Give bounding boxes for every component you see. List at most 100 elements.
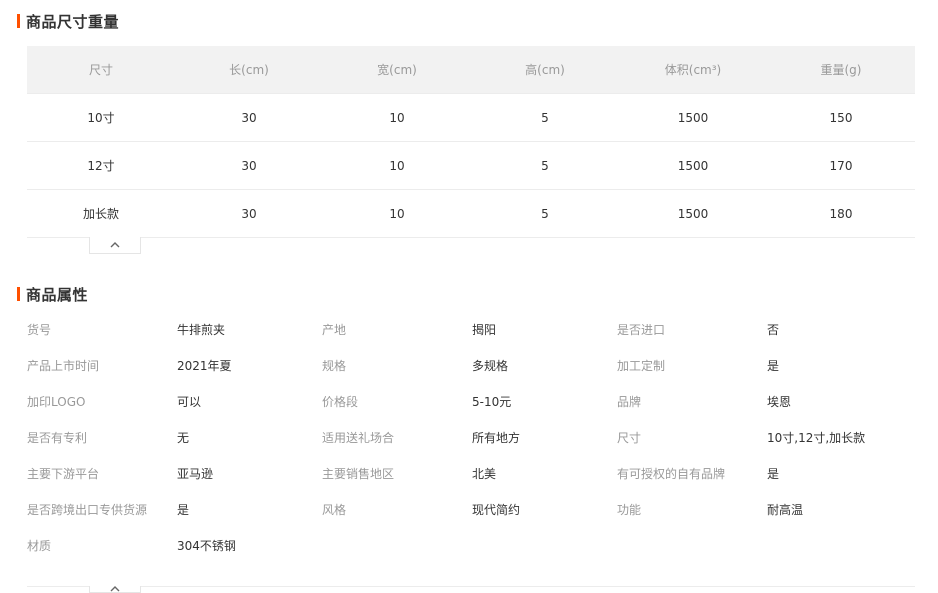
- attr-value: 可以: [177, 394, 202, 409]
- size-weight-table: 尺寸 长(cm) 宽(cm) 高(cm) 体积(cm³) 重量(g) 10寸 3…: [27, 46, 915, 238]
- attr-row: 是否跨境出口专供货源 是 风格 现代简约 功能 耐高温: [27, 491, 915, 527]
- attr-item: 规格 多规格: [322, 357, 617, 374]
- attr-key: 主要下游平台: [27, 466, 100, 481]
- attr-item: 尺寸 10寸,12寸,加长款: [617, 429, 912, 446]
- attr-item: 产品上市时间 2021年夏: [27, 357, 322, 374]
- attr-row: 货号 牛排煎夹 产地 揭阳 是否进口 否: [27, 311, 915, 347]
- size-section-title: 商品尺寸重量: [17, 12, 120, 31]
- attr-item: 风格 现代简约: [322, 501, 617, 518]
- divider: [27, 586, 915, 587]
- table-row: 加长款 30 10 5 1500 180: [27, 189, 915, 238]
- attr-value: 北美: [472, 466, 497, 481]
- attr-key: 风格: [322, 502, 347, 517]
- cell-width: 10: [323, 141, 471, 190]
- cell-width: 10: [323, 93, 471, 142]
- table-header-row: 尺寸 长(cm) 宽(cm) 高(cm) 体积(cm³) 重量(g): [27, 46, 915, 94]
- attr-value: 是: [767, 358, 780, 373]
- cell-length: 30: [175, 189, 323, 238]
- cell-volume: 1500: [619, 93, 767, 142]
- attr-key: 尺寸: [617, 430, 642, 445]
- attr-value: 耐高温: [767, 502, 804, 517]
- attr-item: 主要销售地区 北美: [322, 465, 617, 482]
- attr-item: 有可授权的自有品牌 是: [617, 465, 912, 482]
- attr-key: 是否有专利: [27, 430, 88, 445]
- attr-item: 功能 耐高温: [617, 501, 912, 518]
- attr-row: 材质 304不锈钢: [27, 527, 915, 563]
- attr-item: 货号 牛排煎夹: [27, 321, 322, 338]
- header-volume: 体积(cm³): [619, 46, 767, 94]
- size-section-title-text: 商品尺寸重量: [26, 12, 120, 31]
- header-weight: 重量(g): [767, 46, 915, 94]
- cell-volume: 1500: [619, 189, 767, 238]
- attr-value: 2021年夏: [177, 358, 232, 373]
- attr-value: 揭阳: [472, 322, 497, 337]
- product-attributes: 货号 牛排煎夹 产地 揭阳 是否进口 否 产品上市时间 2021年夏 规格 多规格 加工定…: [27, 311, 915, 563]
- attr-key: 材质: [27, 538, 52, 553]
- attr-item: 是否跨境出口专供货源 是: [27, 501, 322, 518]
- attr-row: 产品上市时间 2021年夏 规格 多规格 加工定制 是: [27, 347, 915, 383]
- attr-key: 是否跨境出口专供货源: [27, 502, 148, 517]
- attr-key: 货号: [27, 322, 52, 337]
- attr-value: 5-10元: [472, 394, 512, 409]
- attr-key: 有可授权的自有品牌: [617, 466, 726, 481]
- attr-item: 加印LOGO 可以: [27, 393, 322, 410]
- attr-section-title: 商品属性: [17, 285, 89, 304]
- attr-value: 304不锈钢: [177, 538, 236, 553]
- cell-size: 加长款: [27, 189, 175, 238]
- cell-height: 5: [471, 141, 619, 190]
- attr-value: 亚马逊: [177, 466, 214, 481]
- attr-row: 是否有专利 无 适用送礼场合 所有地方 尺寸 10寸,12寸,加长款: [27, 419, 915, 455]
- table-row: 12寸 30 10 5 1500 170: [27, 141, 915, 190]
- table-row: 10寸 30 10 5 1500 150: [27, 93, 915, 142]
- attr-item: 材质 304不锈钢: [27, 537, 322, 554]
- attr-value: 否: [767, 322, 780, 337]
- attr-item: 加工定制 是: [617, 357, 912, 374]
- attr-key: 价格段: [322, 394, 359, 409]
- chevron-up-icon: [110, 586, 120, 592]
- cell-volume: 1500: [619, 141, 767, 190]
- cell-length: 30: [175, 93, 323, 142]
- attr-key: 是否进口: [617, 322, 666, 337]
- header-length: 长(cm): [175, 46, 323, 94]
- attr-key: 加印LOGO: [27, 394, 86, 409]
- attr-key: 产品上市时间: [27, 358, 100, 373]
- attr-value: 是: [767, 466, 780, 481]
- cell-height: 5: [471, 93, 619, 142]
- cell-width: 10: [323, 189, 471, 238]
- attr-key: 产地: [322, 322, 347, 337]
- attr-key: 主要销售地区: [322, 466, 395, 481]
- attr-value: 是: [177, 502, 190, 517]
- attr-key: 功能: [617, 502, 642, 517]
- attr-value: 牛排煎夹: [177, 322, 226, 337]
- attr-value: 现代简约: [472, 502, 521, 517]
- attr-value: 埃恩: [767, 394, 792, 409]
- header-height: 高(cm): [471, 46, 619, 94]
- attr-value: 无: [177, 430, 190, 445]
- attr-item: 价格段 5-10元: [322, 393, 617, 410]
- header-size: 尺寸: [27, 46, 175, 94]
- attr-key: 适用送礼场合: [322, 430, 395, 445]
- header-width: 宽(cm): [323, 46, 471, 94]
- attr-item: 产地 揭阳: [322, 321, 617, 338]
- section-accent-bar: [17, 14, 20, 28]
- chevron-up-icon: [110, 242, 120, 248]
- cell-weight: 170: [767, 141, 915, 190]
- collapse-size-table-button[interactable]: [89, 237, 141, 254]
- attr-item: 适用送礼场合 所有地方: [322, 429, 617, 446]
- section-accent-bar: [17, 287, 20, 301]
- attr-section-title-text: 商品属性: [26, 285, 89, 304]
- attr-item: 是否进口 否: [617, 321, 912, 338]
- attr-item: 主要下游平台 亚马逊: [27, 465, 322, 482]
- attr-key: 规格: [322, 358, 347, 373]
- cell-size: 12寸: [27, 141, 175, 190]
- cell-size: 10寸: [27, 93, 175, 142]
- attr-key: 品牌: [617, 394, 642, 409]
- cell-weight: 180: [767, 189, 915, 238]
- attr-value: 多规格: [472, 358, 509, 373]
- attr-item: 品牌 埃恩: [617, 393, 912, 410]
- attr-value: 10寸,12寸,加长款: [767, 430, 866, 445]
- attr-row: 加印LOGO 可以 价格段 5-10元 品牌 埃恩: [27, 383, 915, 419]
- attr-key: 加工定制: [617, 358, 666, 373]
- attr-item: 是否有专利 无: [27, 429, 322, 446]
- cell-height: 5: [471, 189, 619, 238]
